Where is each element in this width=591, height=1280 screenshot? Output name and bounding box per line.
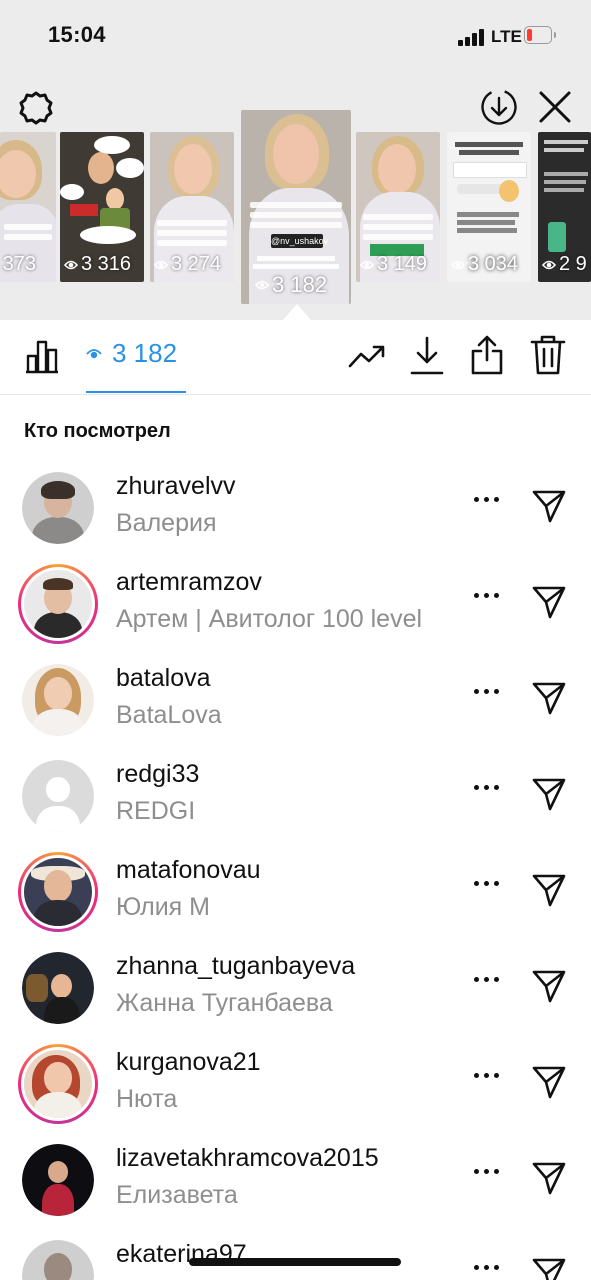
eye-icon xyxy=(86,348,102,358)
story-views-count: 3 316 xyxy=(81,253,132,275)
more-options-icon[interactable] xyxy=(474,1073,502,1081)
avatar[interactable] xyxy=(22,664,94,736)
download-circle-icon[interactable] xyxy=(480,88,518,126)
send-icon[interactable] xyxy=(531,776,567,812)
avatar-story-ring[interactable] xyxy=(18,852,98,932)
section-title: Кто посмотрел xyxy=(24,420,171,442)
viewer-row[interactable]: matafonovau Юлия М xyxy=(0,852,591,952)
more-options-icon[interactable] xyxy=(474,689,502,697)
story-thumbnail[interactable]: 3 316 xyxy=(60,132,144,282)
eye-icon xyxy=(360,260,374,269)
avatar-placeholder[interactable] xyxy=(22,760,94,832)
avatar[interactable] xyxy=(22,952,94,1024)
story-thumbnail-selected[interactable]: 3 182 xyxy=(241,110,351,304)
viewer-full-name: REDGI xyxy=(116,797,196,825)
send-icon[interactable] xyxy=(531,488,567,524)
avatar-story-ring[interactable] xyxy=(18,1044,98,1124)
viewer-username[interactable]: redgi33 xyxy=(116,760,199,789)
viewer-full-name: BataLova xyxy=(116,701,222,729)
send-icon[interactable] xyxy=(531,1256,567,1280)
more-options-icon[interactable] xyxy=(474,593,502,601)
home-indicator xyxy=(189,1258,401,1266)
active-tab-indicator xyxy=(86,391,186,393)
download-icon[interactable] xyxy=(410,336,444,376)
story-views-count: 3 274 xyxy=(171,253,222,275)
viewer-username[interactable]: batalova xyxy=(116,664,211,693)
viewers-tab[interactable]: 3 182 xyxy=(86,338,177,369)
story-views-count: 3 149 xyxy=(377,253,428,275)
story-views-count: 3 182 xyxy=(272,272,328,297)
more-options-icon[interactable] xyxy=(474,1265,502,1273)
send-icon[interactable] xyxy=(531,968,567,1004)
trash-icon[interactable] xyxy=(530,334,566,376)
eye-icon xyxy=(542,260,556,269)
story-thumbnail[interactable]: 3 034 xyxy=(447,132,531,282)
more-options-icon[interactable] xyxy=(474,1169,502,1177)
viewer-row[interactable]: redgi33 REDGI xyxy=(0,760,591,856)
trend-up-icon[interactable] xyxy=(348,342,386,370)
avatar[interactable] xyxy=(22,1240,94,1280)
viewer-username[interactable]: kurganova21 xyxy=(116,1048,261,1077)
viewer-username[interactable]: zhanna_tuganbayeva xyxy=(116,952,355,981)
avatar[interactable] xyxy=(22,472,94,544)
viewer-row[interactable]: kurganova21 Нюта xyxy=(0,1044,591,1144)
story-views-count: 3 373 xyxy=(0,253,37,275)
viewer-username[interactable]: matafonovau xyxy=(116,856,261,885)
avatar-story-ring[interactable] xyxy=(18,564,98,644)
viewer-row[interactable]: zhanna_tuganbayeva Жанна Туганбаева xyxy=(0,952,591,1048)
viewer-username[interactable]: lizavetakhramcova2015 xyxy=(116,1144,379,1173)
viewer-row[interactable]: zhuravelvv Валерия xyxy=(0,472,591,568)
more-options-icon[interactable] xyxy=(474,497,502,505)
eye-icon xyxy=(451,260,465,269)
story-views-count: 2 9 xyxy=(559,253,587,275)
avatar[interactable] xyxy=(22,1144,94,1216)
send-icon[interactable] xyxy=(531,584,567,620)
send-icon[interactable] xyxy=(531,1160,567,1196)
eye-icon xyxy=(255,280,269,290)
viewer-username[interactable]: zhuravelvv xyxy=(116,472,236,501)
share-icon[interactable] xyxy=(470,334,504,376)
send-icon[interactable] xyxy=(531,680,567,716)
close-icon[interactable] xyxy=(538,90,572,124)
viewer-row[interactable]: batalova BataLova xyxy=(0,664,591,760)
story-thumbnail[interactable]: 2 9 xyxy=(538,132,591,282)
story-thumbnail[interactable]: 3 149 xyxy=(356,132,440,282)
story-mention-sticker: @nv_ushakov xyxy=(271,234,329,248)
viewer-full-name: Артем | Авитолог 100 level xyxy=(116,605,423,633)
gear-icon[interactable] xyxy=(18,90,54,126)
story-thumbnail[interactable]: 3 373 xyxy=(0,132,56,282)
status-time: 15:04 xyxy=(48,22,106,47)
viewer-row[interactable]: lizavetakhramcova2015 Елизавета xyxy=(0,1144,591,1240)
story-views-count: 3 034 xyxy=(468,253,519,275)
viewers-count: 3 182 xyxy=(112,338,178,368)
selected-story-pointer xyxy=(283,304,311,320)
eye-icon xyxy=(64,260,78,269)
more-options-icon[interactable] xyxy=(474,881,502,889)
eye-icon xyxy=(154,260,168,269)
viewer-full-name: Юлия М xyxy=(116,893,210,921)
viewer-full-name: Валерия xyxy=(116,509,217,537)
viewer-full-name: Нюта xyxy=(116,1085,178,1113)
more-options-icon[interactable] xyxy=(474,977,502,985)
network-label: LTE xyxy=(491,27,522,46)
story-toolbar: 3 182 xyxy=(0,320,591,395)
viewer-row[interactable]: artemramzov Артем | Авитолог 100 level xyxy=(0,564,591,664)
viewer-username[interactable]: artemramzov xyxy=(116,568,262,597)
viewer-full-name: Жанна Туганбаева xyxy=(116,989,333,1017)
bar-chart-icon[interactable] xyxy=(24,338,60,374)
viewer-full-name: Елизавета xyxy=(116,1181,238,1209)
signal-icon xyxy=(458,28,486,46)
send-icon[interactable] xyxy=(531,1064,567,1100)
story-thumbnail[interactable]: 3 274 xyxy=(150,132,234,282)
more-options-icon[interactable] xyxy=(474,785,502,793)
battery-icon xyxy=(524,26,557,46)
send-icon[interactable] xyxy=(531,872,567,908)
